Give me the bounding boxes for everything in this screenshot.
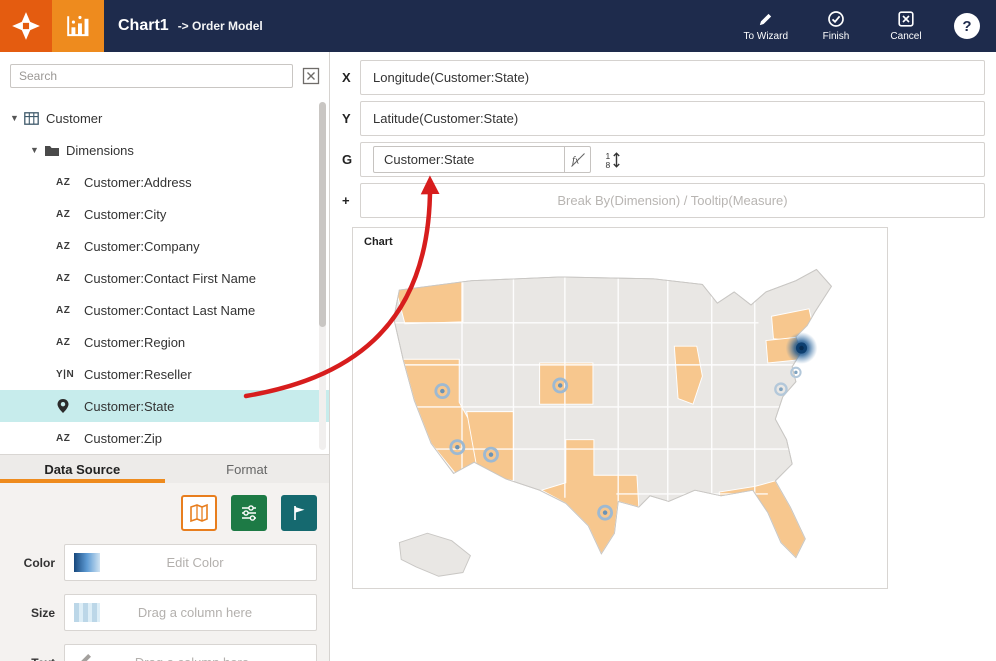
tree-item-customer-company[interactable]: AZ Customer:Company	[0, 230, 329, 262]
app-logo[interactable]	[0, 0, 52, 52]
add-field-label: +	[342, 193, 360, 208]
chart-icon	[61, 9, 95, 43]
tree-item-customer-contact-first-name[interactable]: AZ Customer:Contact First Name	[0, 262, 329, 294]
left-panel: ▼ Customer ▼ Dimensions AZ Customer:Addr…	[0, 52, 330, 661]
y-field-row: Y Latitude(Customer:State)	[342, 101, 985, 136]
tree-node-customer[interactable]: ▼ Customer	[0, 102, 329, 134]
size-label: Size	[0, 606, 64, 620]
text-type-icon: AZ	[56, 273, 84, 284]
g-field-value: Customer:State	[374, 152, 564, 167]
tree-item-customer-contact-last-name[interactable]: AZ Customer:Contact Last Name	[0, 294, 329, 326]
chart-preview[interactable]: Chart	[352, 227, 888, 589]
tab-format[interactable]: Format	[165, 455, 330, 483]
finish-button[interactable]: Finish	[814, 10, 858, 42]
tree-item-customer-address[interactable]: AZ Customer:Address	[0, 166, 329, 198]
color-label: Color	[0, 556, 64, 570]
x-field-row: X Longitude(Customer:State)	[342, 60, 985, 95]
app-logo-icon	[6, 6, 46, 46]
flag-button[interactable]	[281, 495, 317, 531]
size-row: Size Drag a column here	[0, 594, 317, 631]
formula-button[interactable]: fx	[564, 147, 590, 172]
model-name: -> Order Model	[178, 19, 263, 33]
text-type-icon: AZ	[56, 177, 84, 188]
caret-down-icon[interactable]: ▼	[30, 145, 44, 155]
text-row: Text Drag a column here	[0, 644, 317, 661]
y-field-label: Y	[342, 111, 360, 126]
text-type-icon: AZ	[56, 433, 84, 444]
cancel-button[interactable]: Cancel	[884, 10, 928, 42]
map-icon	[189, 503, 209, 523]
check-circle-icon	[827, 10, 845, 28]
size-drop-zone[interactable]: Drag a column here	[64, 594, 317, 631]
flag-icon	[289, 503, 309, 523]
text-drop-zone[interactable]: Drag a column here	[64, 644, 317, 661]
chart-preview-title: Chart	[364, 236, 393, 248]
color-row: Color Edit Color	[0, 544, 317, 581]
map-style-buttons	[0, 495, 329, 531]
svg-text:8: 8	[606, 160, 611, 170]
close-box-icon	[302, 67, 320, 85]
tab-data-source[interactable]: Data Source	[0, 455, 165, 483]
folder-icon	[44, 144, 66, 157]
tree-scrollbar-thumb[interactable]	[319, 102, 326, 327]
sidebar-tabs: Data Source Format	[0, 454, 329, 483]
y-field-value: Latitude(Customer:State)	[373, 111, 518, 126]
question-mark-icon: ?	[962, 18, 971, 35]
chart-tab[interactable]	[52, 0, 104, 52]
fx-icon: fx	[570, 152, 586, 168]
x-field-value: Longitude(Customer:State)	[373, 70, 529, 85]
close-square-icon	[897, 10, 915, 28]
boolean-type-icon: Y|N	[56, 369, 84, 380]
sort-order-button[interactable]: 1 8	[603, 150, 623, 170]
color-swatch	[74, 553, 100, 572]
text-type-icon: AZ	[56, 241, 84, 252]
break-by-field-row: + Break By(Dimension) / Tooltip(Measure)	[342, 183, 985, 218]
table-icon	[24, 112, 46, 125]
tree-item-customer-reseller[interactable]: Y|N Customer:Reseller	[0, 358, 329, 390]
break-by-drop-zone[interactable]: Break By(Dimension) / Tooltip(Measure)	[360, 183, 985, 218]
g-field-chip[interactable]: Customer:State fx	[373, 146, 591, 173]
y-field-box[interactable]: Latitude(Customer:State)	[360, 101, 985, 136]
pencil-grey-icon	[76, 651, 94, 661]
size-swatch	[74, 603, 100, 622]
primary-map-marker	[786, 332, 818, 364]
text-type-icon: AZ	[56, 337, 84, 348]
x-field-box[interactable]: Longitude(Customer:State)	[360, 60, 985, 95]
style-section: Color Edit Color Size Drag a column here…	[0, 483, 329, 661]
g-field-row: G Customer:State fx 1 8	[342, 142, 985, 177]
clear-search-button[interactable]	[301, 66, 321, 86]
caret-down-icon[interactable]: ▼	[10, 113, 24, 123]
help-button[interactable]: ?	[954, 13, 980, 39]
chart-name: Chart1	[118, 17, 169, 35]
page-title: Chart1 -> Order Model	[118, 17, 263, 35]
search-input[interactable]	[10, 64, 293, 88]
numeric-sort-icon: 1 8	[603, 150, 623, 170]
chart-editor-panel: X Longitude(Customer:State) Y Latitude(C…	[330, 52, 996, 661]
x-field-label: X	[342, 70, 360, 85]
edit-color-button[interactable]: Edit Color	[64, 544, 317, 581]
tree-item-customer-city[interactable]: AZ Customer:City	[0, 198, 329, 230]
search-row	[0, 52, 329, 92]
to-wizard-button[interactable]: To Wizard	[744, 11, 788, 42]
tree-item-customer-zip[interactable]: AZ Customer:Zip	[0, 422, 329, 454]
topbar-actions: To Wizard Finish Cancel ?	[744, 10, 996, 42]
pencil-icon	[757, 11, 774, 28]
tree-item-customer-region[interactable]: AZ Customer:Region	[0, 326, 329, 358]
map-layer-button[interactable]	[181, 495, 217, 531]
tree-item-customer-state[interactable]: Customer:State	[0, 390, 329, 422]
tree-node-dimensions[interactable]: ▼ Dimensions	[0, 134, 329, 166]
g-field-box[interactable]: Customer:State fx 1 8	[360, 142, 985, 177]
sliders-button[interactable]	[231, 495, 267, 531]
alaska-landmass	[399, 533, 470, 576]
text-type-icon: AZ	[56, 305, 84, 316]
field-tree: ▼ Customer ▼ Dimensions AZ Customer:Addr…	[0, 102, 329, 454]
us-map-chart[interactable]	[361, 262, 881, 580]
location-pin-icon	[56, 398, 84, 414]
sliders-icon	[239, 503, 259, 523]
break-by-placeholder: Break By(Dimension) / Tooltip(Measure)	[557, 193, 787, 208]
top-bar: Chart1 -> Order Model To Wizard Finish C…	[0, 0, 996, 52]
g-field-label: G	[342, 152, 360, 167]
text-label: Text	[0, 656, 64, 661]
text-type-icon: AZ	[56, 209, 84, 220]
